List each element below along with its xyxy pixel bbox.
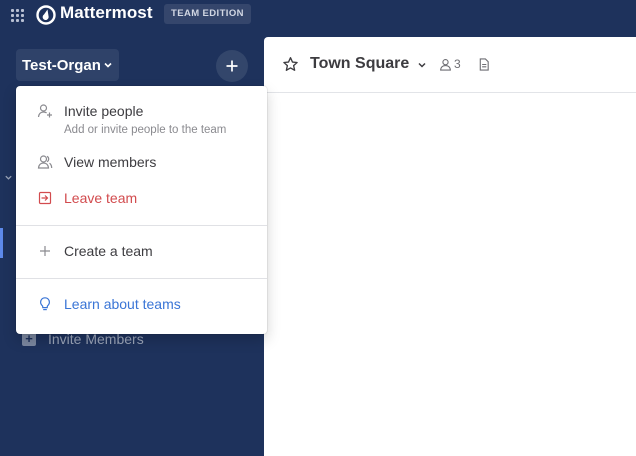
create-team-label: Create a team [64,243,153,259]
star-icon[interactable] [282,56,299,73]
chevron-down-icon [104,62,112,68]
invite-people-item[interactable]: Invite people Add or invite people to th… [16,98,267,142]
global-header: Mattermost TEAM EDITION [0,0,636,37]
team-menu-button[interactable]: Test-Organ [16,49,119,81]
mattermost-logo-icon [36,5,56,25]
exit-icon [38,191,52,205]
add-user-icon [37,104,52,118]
team-name: Test-Organ [22,56,101,74]
plus-icon [226,60,238,72]
lightbulb-icon [39,297,51,311]
create-team-item[interactable]: Create a team [16,239,267,265]
learn-teams-item[interactable]: Learn about teams [16,292,267,318]
members-icon [37,155,53,169]
member-icon[interactable] [439,58,452,71]
center-channel: Town Square 3 [264,37,636,456]
edition-badge: TEAM EDITION [164,4,251,24]
team-dropdown-menu: Invite people Add or invite people to th… [16,86,267,334]
leave-team-label: Leave team [64,190,138,206]
brand-name: Mattermost [60,3,153,22]
channel-header: Town Square 3 [264,37,636,93]
menu-divider [16,225,267,226]
collapse-chevron-icon[interactable] [4,173,13,182]
member-count[interactable]: 3 [454,57,461,71]
view-members-label: View members [64,154,157,170]
invite-people-description: Add or invite people to the team [64,124,227,136]
add-channel-button[interactable] [216,50,248,82]
product-switcher-icon[interactable] [11,9,25,23]
plus-box-icon: + [22,332,36,346]
learn-teams-label: Learn about teams [64,296,181,312]
channel-name[interactable]: Town Square [310,55,409,73]
plus-icon [40,246,50,256]
menu-divider [16,278,267,279]
view-members-item[interactable]: View members [16,150,267,176]
chevron-down-icon[interactable] [417,60,427,70]
leave-team-item[interactable]: Leave team [16,186,267,212]
invite-people-label: Invite people [64,103,144,119]
file-icon[interactable] [478,58,490,71]
active-channel-indicator [0,228,3,258]
